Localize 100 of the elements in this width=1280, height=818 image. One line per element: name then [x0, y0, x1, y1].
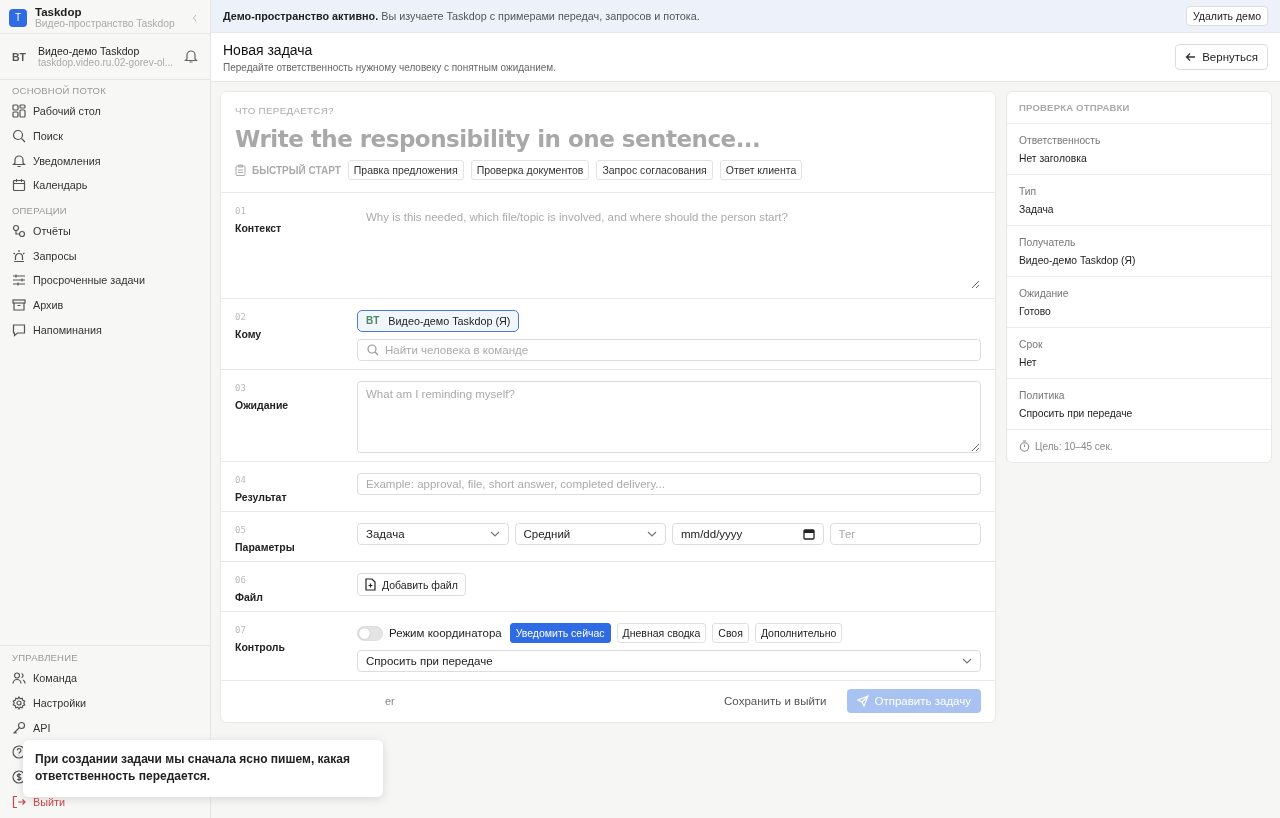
chat-icon — [12, 322, 26, 337]
review-label: Ответственность — [1019, 135, 1102, 146]
arrow-left-icon — [1185, 52, 1197, 62]
person-search-field[interactable]: Найти человека в команде — [357, 339, 981, 361]
nav-item[interactable]: Запросы — [0, 243, 210, 269]
step-number: 07 — [235, 625, 247, 635]
review-value: Нет заголовка — [1019, 153, 1088, 164]
review-value: Задача — [1019, 204, 1055, 215]
siren-icon — [12, 248, 26, 263]
footer-note: er — [384, 695, 395, 707]
demo-banner-text: Демо-пространство активно. Вы изучаете Taskdop с примерами передач, запросов и потока. — [223, 10, 700, 22]
text-area[interactable]: What am I reminding myself? — [357, 381, 981, 453]
field-label: Ожидание — [235, 399, 290, 411]
quick-start-label: БЫСТРЫЙ СТАРТ — [252, 164, 341, 176]
nodes-icon — [12, 224, 26, 239]
review-label: Получатель — [1019, 237, 1077, 248]
review-value: Готово — [1019, 306, 1052, 317]
dropdown[interactable]: Задача — [357, 523, 509, 545]
step-number: 05 — [235, 525, 247, 535]
page-title: Новая задача — [223, 41, 314, 58]
section-heading: ОСНОВНОЙ ПОТОК — [11, 85, 107, 98]
chevron-down-icon — [647, 531, 657, 537]
field-label: Контроль — [235, 641, 286, 653]
nav-item[interactable]: Просроченные задачи — [0, 268, 210, 293]
template-chip[interactable]: Ответ клиента — [719, 160, 803, 180]
archive-icon — [12, 298, 26, 313]
stopwatch-icon — [1019, 440, 1030, 452]
review-label: Срок — [1019, 339, 1044, 350]
section-heading: УПРАВЛЕНИЕ — [11, 651, 79, 665]
user-avatar: BT — [12, 50, 27, 63]
nav-item[interactable]: Отчёты — [0, 218, 210, 244]
recipient-chip[interactable]: BT Видео-демо Taskdop (Я) — [357, 310, 520, 332]
field-label: Кому — [235, 328, 263, 340]
step-number: 06 — [235, 575, 247, 585]
nav-item[interactable]: Архив — [0, 292, 210, 318]
tag-field[interactable]: Тег — [829, 523, 981, 545]
field-label: Параметры — [235, 541, 296, 553]
nav-item[interactable]: Напоминания — [0, 317, 210, 343]
calendar-icon — [802, 528, 815, 540]
nav-item[interactable]: Уведомления — [0, 148, 210, 174]
notify-option[interactable]: Дополнительно — [754, 623, 843, 643]
review-value: Спросить при передаче — [1019, 408, 1134, 419]
bell-icon[interactable] — [184, 49, 198, 64]
workspace-logo: T — [9, 8, 27, 27]
nav-item[interactable]: Рабочий стол — [0, 99, 210, 124]
template-chip[interactable]: Проверка документов — [470, 160, 590, 180]
notify-option[interactable]: Своя — [712, 623, 749, 643]
review-value: Нет — [1019, 357, 1038, 368]
field-label: Контекст — [235, 222, 283, 234]
toast-message: При создании задачи мы сначала ясно пишем, какая ответственность передается. — [23, 740, 383, 797]
nav-item[interactable]: Команда — [0, 665, 210, 691]
coin-icon[interactable] — [12, 769, 26, 784]
dropdown[interactable]: Средний — [514, 523, 666, 545]
chevron-down-icon — [962, 658, 972, 664]
bell-icon — [12, 153, 26, 168]
field-label: Результат — [235, 491, 288, 503]
nav-item[interactable]: Настройки — [0, 690, 210, 716]
date-field[interactable]: mm/dd/yyyy — [672, 523, 824, 545]
nav-item[interactable]: API — [0, 715, 210, 740]
clipboard-icon — [235, 164, 246, 176]
sliders-icon — [12, 273, 26, 288]
delete-demo-button[interactable]: Удалить демо — [1185, 6, 1268, 26]
review-label: Ожидание — [1019, 288, 1070, 299]
goal-text: Цель: 10–45 сек. — [1035, 440, 1113, 452]
send-icon — [856, 695, 869, 707]
section-heading: ОПЕРАЦИИ — [11, 204, 68, 218]
review-value: Видео-демо Taskdop (Я) — [1019, 255, 1137, 266]
nav-item[interactable]: Календарь — [0, 173, 210, 198]
key-icon — [12, 720, 26, 735]
review-title: ПРОВЕРКА ОТПРАВКИ — [1007, 92, 1271, 124]
result-field[interactable]: Example: approval, file, short answer, completed delivery... — [357, 473, 981, 495]
template-chip[interactable]: Правка предложения — [347, 160, 464, 180]
back-button[interactable]: Вернуться — [1175, 44, 1268, 70]
file-plus-icon — [365, 578, 376, 591]
users-icon — [12, 671, 26, 686]
template-chip[interactable]: Запрос согласования — [596, 160, 713, 180]
review-label: Тип — [1019, 186, 1038, 197]
add-file-button[interactable]: Добавить файл — [357, 573, 466, 596]
logout-icon — [12, 794, 26, 809]
notify-option[interactable]: Уведомить сейчас — [509, 623, 611, 643]
user-name: Видео-демо Taskdop — [38, 45, 140, 57]
nav-item[interactable]: Поиск — [0, 123, 210, 149]
step-number: 03 — [235, 383, 247, 393]
gear-icon — [12, 695, 26, 710]
step-number: 01 — [235, 206, 247, 216]
page-subtitle: Передайте ответственность нужному человеку с понятным ожиданием. — [223, 61, 556, 73]
title-field[interactable]: Write the responsibility in one sentence... — [235, 116, 981, 160]
policy-dropdown[interactable]: Спросить при передаче — [357, 650, 981, 672]
user-email: taskdop.video.ru.02-gorev-ol... — [38, 57, 174, 68]
field-label: Файл — [235, 591, 264, 603]
review-label: Политика — [1019, 390, 1066, 401]
workspace-subtitle: Видео-пространство Taskdop — [35, 18, 176, 29]
grid-icon — [12, 104, 26, 119]
calendar-icon — [12, 178, 26, 193]
question-label: ЧТО ПЕРЕДАЕТСЯ? — [235, 105, 335, 116]
step-number: 02 — [235, 312, 247, 322]
step-number: 04 — [235, 475, 247, 485]
notify-option[interactable]: Дневная сводка — [616, 623, 707, 643]
toggle-switch[interactable] — [357, 625, 383, 641]
search-icon — [12, 129, 26, 144]
